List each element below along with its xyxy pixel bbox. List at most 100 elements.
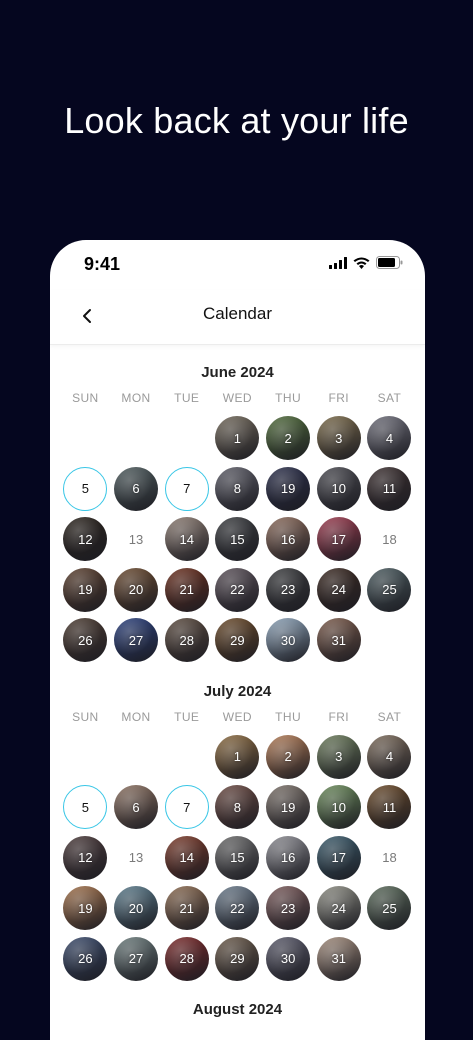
day-cell: 14: [161, 514, 212, 565]
status-icons: [329, 256, 403, 269]
day-highlighted-button[interactable]: 7: [164, 466, 209, 511]
status-time: 9:41: [84, 254, 121, 274]
day-cell: 29: [212, 615, 263, 666]
day-cell: 13: [111, 514, 162, 565]
day-photo-button[interactable]: 29: [215, 618, 260, 663]
day-photo-button[interactable]: 4: [367, 734, 412, 779]
day-button[interactable]: 13: [114, 836, 158, 880]
day-photo-button[interactable]: 12: [63, 835, 108, 880]
day-cell: 7: [161, 464, 212, 515]
day-button[interactable]: 18: [367, 836, 411, 880]
weekday-label: SUN: [72, 709, 99, 724]
day-photo-button[interactable]: 19: [63, 886, 108, 931]
weekday-label: THU: [275, 391, 302, 405]
day-photo-button[interactable]: 28: [164, 618, 209, 663]
blank-cell: [60, 732, 111, 783]
day-cell: 28: [161, 615, 212, 666]
day-cell: 10: [313, 782, 364, 833]
weekday-label: TUE: [174, 391, 200, 405]
day-photo-button[interactable]: 3: [316, 734, 361, 779]
day-cell: 30: [263, 934, 314, 985]
day-cell: 17: [313, 514, 364, 565]
day-photo-button[interactable]: 30: [266, 936, 311, 981]
weekday-label: MON: [121, 391, 151, 405]
day-photo-button[interactable]: 17: [316, 835, 361, 880]
day-photo-button[interactable]: 10: [316, 466, 361, 511]
day-photo-button[interactable]: 21: [164, 886, 209, 931]
day-cell: 8: [212, 782, 263, 833]
day-photo-button[interactable]: 14: [164, 517, 209, 562]
day-photo-button[interactable]: 2: [266, 416, 311, 461]
day-photo-button[interactable]: 27: [114, 618, 159, 663]
day-photo-button[interactable]: 16: [266, 517, 311, 562]
weekday-label: WED: [222, 391, 252, 405]
day-photo-button[interactable]: 23: [266, 567, 311, 612]
day-cell: 24: [313, 565, 364, 616]
day-photo-button[interactable]: 21: [164, 567, 209, 612]
day-photo-button[interactable]: 15: [215, 517, 260, 562]
day-cell: 1: [212, 732, 263, 783]
month-title: June 2024: [201, 364, 274, 381]
day-photo-button[interactable]: 28: [164, 936, 209, 981]
day-cell: 28: [161, 934, 212, 985]
day-photo-button[interactable]: 3: [316, 416, 361, 461]
signal-icon: [329, 256, 347, 269]
day-button[interactable]: 18: [367, 517, 411, 561]
day-cell: 29: [212, 934, 263, 985]
day-cell: 11: [364, 464, 415, 515]
day-photo-button[interactable]: 23: [266, 886, 311, 931]
day-cell: 2: [263, 413, 314, 464]
day-photo-button[interactable]: 26: [63, 618, 108, 663]
day-cell: 20: [111, 565, 162, 616]
day-photo-button[interactable]: 8: [215, 785, 260, 830]
day-cell: 11: [364, 782, 415, 833]
day-photo-button[interactable]: 1: [215, 734, 260, 779]
nav-bar: Calendar: [50, 290, 425, 345]
calendar-scroll[interactable]: June 2024 SUN MON TUE WED THU FRI SAT 12345678…: [50, 345, 425, 1040]
day-highlighted-button[interactable]: 7: [164, 785, 209, 830]
day-photo-button[interactable]: 22: [215, 886, 260, 931]
day-photo-button[interactable]: 6: [114, 785, 159, 830]
day-photo-button[interactable]: 25: [367, 567, 412, 612]
day-photo-button[interactable]: 27: [114, 936, 159, 981]
day-photo-button[interactable]: 19: [266, 466, 311, 511]
day-photo-button[interactable]: 11: [367, 466, 412, 511]
day-cell: 21: [161, 883, 212, 934]
day-photo-button[interactable]: 30: [266, 618, 311, 663]
day-photo-button[interactable]: 20: [114, 886, 159, 931]
day-highlighted-button[interactable]: 5: [63, 466, 108, 511]
day-photo-button[interactable]: 29: [215, 936, 260, 981]
day-photo-button[interactable]: 2: [266, 734, 311, 779]
day-cell: 26: [60, 615, 111, 666]
day-photo-button[interactable]: 16: [266, 835, 311, 880]
day-photo-button[interactable]: 1: [215, 416, 260, 461]
day-photo-button[interactable]: 4: [367, 416, 412, 461]
day-photo-button[interactable]: 20: [114, 567, 159, 612]
day-highlighted-button[interactable]: 5: [63, 785, 108, 830]
day-photo-button[interactable]: 19: [63, 567, 108, 612]
month-june: June 2024 SUN MON TUE WED THU FRI SAT 12345678…: [50, 361, 425, 666]
day-photo-button[interactable]: 31: [316, 618, 361, 663]
day-cell: 27: [111, 615, 162, 666]
day-photo-button[interactable]: 22: [215, 567, 260, 612]
day-cell: 25: [364, 565, 415, 616]
day-photo-button[interactable]: 14: [164, 835, 209, 880]
day-photo-button[interactable]: 25: [367, 886, 412, 931]
weekday-label: FRI: [328, 391, 350, 405]
day-photo-button[interactable]: 12: [63, 517, 108, 562]
day-photo-button[interactable]: 24: [316, 886, 361, 931]
month-title: August 2024: [192, 1001, 283, 1018]
day-cell: 19: [263, 782, 314, 833]
day-photo-button[interactable]: 26: [63, 936, 108, 981]
day-photo-button[interactable]: 10: [316, 785, 361, 830]
day-photo-button[interactable]: 11: [367, 785, 412, 830]
day-photo-button[interactable]: 8: [215, 466, 260, 511]
day-photo-button[interactable]: 31: [316, 936, 361, 981]
day-photo-button[interactable]: 17: [316, 517, 361, 562]
day-photo-button[interactable]: 6: [114, 466, 159, 511]
day-photo-button[interactable]: 24: [316, 567, 361, 612]
day-cell: 5: [60, 782, 111, 833]
day-photo-button[interactable]: 15: [215, 835, 260, 880]
day-button[interactable]: 13: [114, 517, 158, 561]
day-photo-button[interactable]: 19: [266, 785, 311, 830]
